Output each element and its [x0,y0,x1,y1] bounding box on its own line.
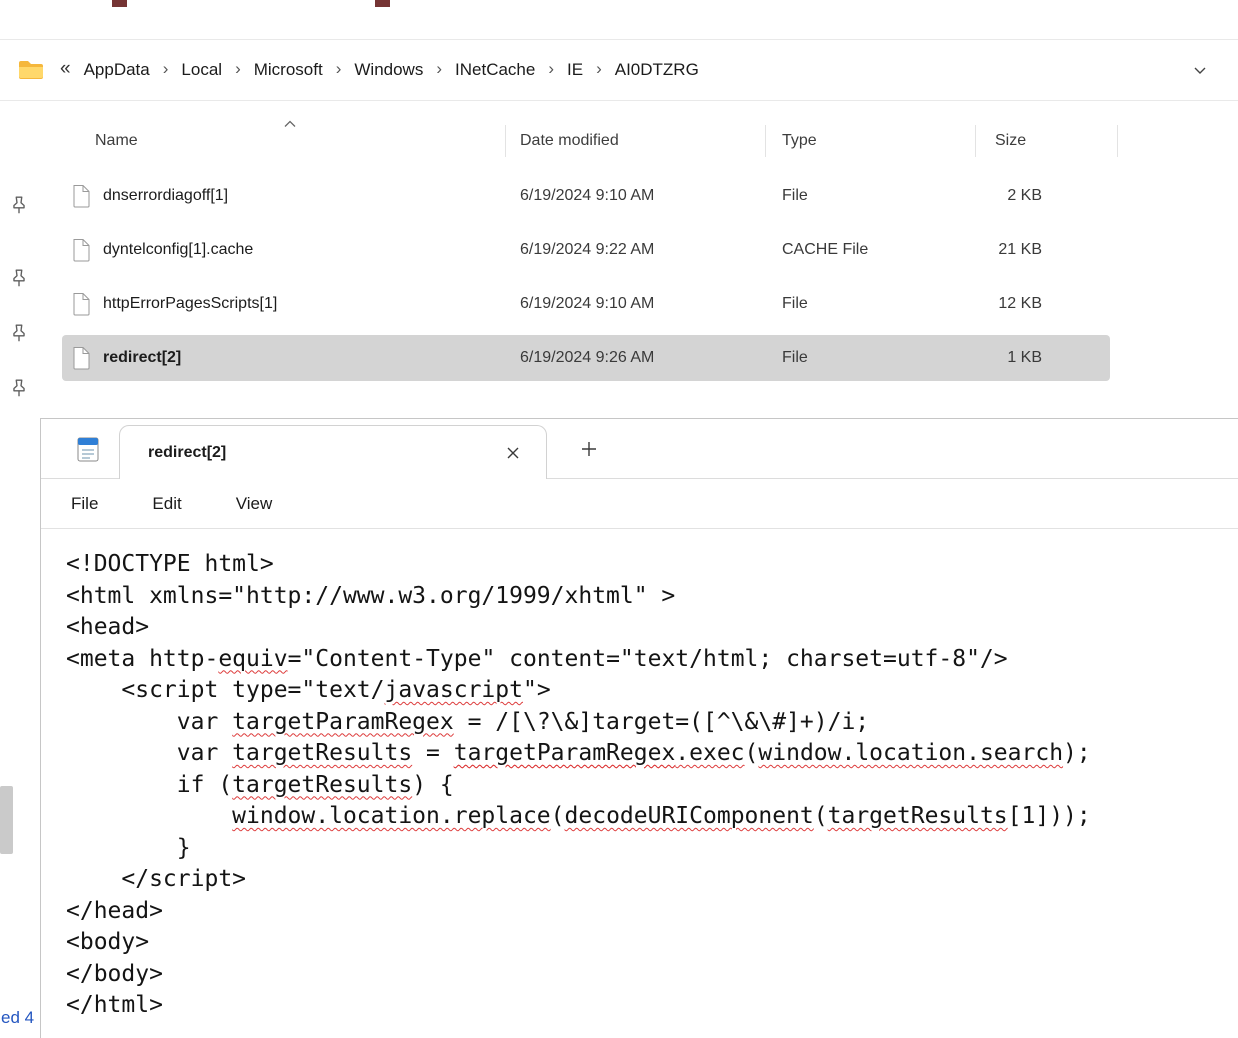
file-icon [72,292,92,316]
file-row[interactable]: dnserrordiagoff[1] 6/19/2024 9:10 AM Fil… [0,169,1238,223]
breadcrumb-item-ie[interactable]: IE [560,60,590,80]
code-line: </head> [66,896,1238,928]
sort-ascending-icon[interactable] [284,115,296,133]
column-divider[interactable] [975,125,976,157]
column-header-size[interactable]: Size [995,132,1026,150]
file-icon [72,184,92,208]
column-divider[interactable] [1117,125,1118,157]
scrollbar-fragment[interactable] [0,786,13,854]
code-line: if (targetResults) { [66,770,1238,802]
file-date: 6/19/2024 9:10 AM [520,187,654,205]
column-headers: Name Date modified Type Size [0,101,1238,169]
file-date: 6/19/2024 9:22 AM [520,241,654,259]
code-line: </html> [66,990,1238,1022]
folder-icon [18,59,44,81]
file-name: httpErrorPagesScripts[1] [103,295,277,313]
code-line: <html xmlns="http://www.w3.org/1999/xhtm… [66,581,1238,613]
breadcrumb-separator-icon: › [430,59,448,81]
file-icon [72,238,92,262]
file-name: dnserrordiagoff[1] [103,187,228,205]
notepad-window: redirect[2] File Edit View <!DOCTYPE htm… [40,418,1238,1038]
file-icon [72,346,92,370]
code-line: <script type="text/javascript"> [66,675,1238,707]
breadcrumb-separator-icon: › [229,59,247,81]
breadcrumb-item-windows[interactable]: Windows [347,60,430,80]
file-row[interactable]: httpErrorPagesScripts[1] 6/19/2024 9:10 … [0,277,1238,331]
address-bar[interactable]: « AppData › Local › Microsoft › Windows … [0,39,1238,101]
pushpin-icon[interactable] [8,322,30,344]
code-line: <!DOCTYPE html> [66,549,1238,581]
menu-bar: File Edit View [41,479,1238,529]
tab-redirect[interactable]: redirect[2] [119,425,547,479]
status-text-fragment: ed 4 [1,1008,34,1028]
address-dropdown-icon[interactable] [1192,62,1220,78]
tab-bar: redirect[2] [41,419,1238,479]
breadcrumb-item-appdata[interactable]: AppData [77,60,157,80]
breadcrumb-item-microsoft[interactable]: Microsoft [247,60,330,80]
tab-title: redirect[2] [148,444,226,462]
top-edge-fragment [375,0,390,7]
code-line: } [66,833,1238,865]
tab-close-icon[interactable] [506,446,520,460]
menu-edit[interactable]: Edit [152,494,181,514]
file-type: File [782,349,808,367]
file-list: dnserrordiagoff[1] 6/19/2024 9:10 AM Fil… [0,169,1238,385]
file-type: File [782,187,808,205]
code-line: <body> [66,927,1238,959]
menu-file[interactable]: File [71,494,98,514]
file-name: dyntelconfig[1].cache [103,241,253,259]
code-line: var targetResults = targetParamRegex.exe… [66,738,1238,770]
notepad-icon [74,435,102,463]
code-line: </body> [66,959,1238,991]
new-tab-icon[interactable] [579,439,599,459]
file-date: 6/19/2024 9:10 AM [520,295,654,313]
column-header-type[interactable]: Type [782,132,817,150]
pushpin-icon[interactable] [8,377,30,399]
breadcrumb-item-local[interactable]: Local [174,60,229,80]
file-row[interactable]: dyntelconfig[1].cache 6/19/2024 9:22 AM … [0,223,1238,277]
file-size: 12 KB [960,295,1042,313]
breadcrumb-collapse-icon[interactable]: « [58,58,77,82]
column-divider[interactable] [765,125,766,157]
breadcrumb-separator-icon: › [330,59,348,81]
pushpin-icon[interactable] [8,194,30,216]
breadcrumb-separator-icon: › [590,59,608,81]
column-divider[interactable] [505,125,506,157]
file-size: 2 KB [960,187,1042,205]
code-line: var targetParamRegex = /[\?\&]target=([^… [66,707,1238,739]
editor-text-area[interactable]: <!DOCTYPE html> <html xmlns="http://www.… [41,529,1238,1038]
file-size: 1 KB [960,349,1042,367]
code-line: </script> [66,864,1238,896]
file-date: 6/19/2024 9:26 AM [520,349,654,367]
file-type: File [782,295,808,313]
breadcrumb-separator-icon: › [542,59,560,81]
file-name: redirect[2] [103,349,181,367]
menu-view[interactable]: View [236,494,273,514]
file-type: CACHE File [782,241,868,259]
breadcrumb-item-ai0dtzrg[interactable]: AI0DTZRG [608,60,706,80]
file-row-selected[interactable]: redirect[2] 6/19/2024 9:26 AM File 1 KB [0,331,1238,385]
column-header-name[interactable]: Name [95,132,138,150]
code-line: <meta http-equiv="Content-Type" content=… [66,644,1238,676]
code-line: <head> [66,612,1238,644]
column-header-date-modified[interactable]: Date modified [520,132,619,150]
pushpin-icon[interactable] [8,267,30,289]
breadcrumb-item-inetcache[interactable]: INetCache [448,60,542,80]
top-edge-fragment [112,0,127,7]
file-size: 21 KB [960,241,1042,259]
breadcrumb-separator-icon: › [157,59,175,81]
code-line: window.location.replace(decodeURICompone… [66,801,1238,833]
screen: « AppData › Local › Microsoft › Windows … [0,0,1238,1038]
